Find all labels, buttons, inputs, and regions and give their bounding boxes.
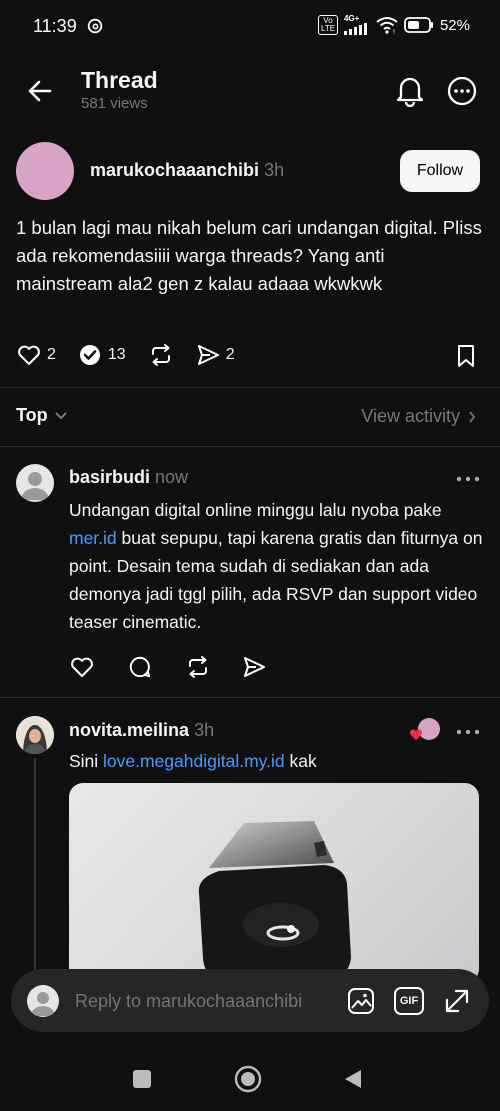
reply-body: Sini love.megahdigital.my.id kak bbox=[69, 751, 317, 771]
repost-button[interactable] bbox=[148, 343, 174, 367]
expand-icon[interactable] bbox=[443, 987, 471, 1015]
heart-icon[interactable] bbox=[70, 656, 94, 678]
post-actions: 2 13 2 bbox=[17, 343, 257, 367]
heart-icon bbox=[18, 345, 40, 365]
back-button[interactable] bbox=[343, 1069, 363, 1089]
recents-button[interactable] bbox=[133, 1070, 151, 1088]
reply-link[interactable]: mer.id bbox=[69, 528, 117, 548]
volte-icon: Vo LTE bbox=[317, 15, 338, 35]
battery-icon bbox=[404, 17, 433, 33]
view-activity-label: View activity bbox=[361, 406, 460, 426]
reply-time: now bbox=[155, 467, 189, 487]
reply-author-line: novita.meilina 3h bbox=[69, 720, 214, 741]
system-nav-bar bbox=[0, 1045, 500, 1111]
default-avatar-icon bbox=[31, 992, 55, 1016]
reply-image[interactable] bbox=[69, 783, 479, 983]
follow-button[interactable]: Follow bbox=[400, 150, 480, 192]
comment-icon bbox=[79, 345, 100, 365]
view-count: 581 views bbox=[81, 95, 148, 112]
home-button[interactable] bbox=[234, 1065, 262, 1093]
reply-more-icon[interactable] bbox=[456, 729, 480, 735]
bookmark-icon[interactable] bbox=[456, 344, 476, 368]
divider bbox=[0, 387, 500, 388]
post-time: 3h bbox=[264, 160, 285, 180]
composer-avatar bbox=[27, 985, 59, 1017]
more-options-icon[interactable] bbox=[447, 76, 477, 106]
sort-label: Top bbox=[16, 405, 48, 425]
post-author-line: marukochaaanchibi 3h bbox=[90, 160, 284, 181]
thread-line bbox=[34, 758, 36, 978]
threads-logo-icon bbox=[87, 18, 103, 34]
share-button[interactable]: 2 bbox=[196, 344, 235, 366]
reply-avatar[interactable] bbox=[16, 716, 54, 754]
sort-dropdown[interactable]: Top bbox=[16, 405, 68, 426]
svg-text:!: ! bbox=[393, 29, 395, 34]
chevron-down-icon bbox=[55, 411, 67, 419]
like-count: 2 bbox=[47, 346, 56, 363]
user-photo-icon bbox=[16, 716, 54, 754]
share-count: 2 bbox=[225, 346, 235, 363]
bell-icon[interactable] bbox=[395, 75, 425, 107]
liked-by-author-badge bbox=[409, 718, 441, 744]
default-avatar-icon bbox=[21, 472, 49, 500]
comment-button[interactable]: 13 bbox=[78, 343, 126, 367]
post-body: 1 bulan lagi mau nikah belum cari undang… bbox=[16, 217, 482, 294]
comment-count: 13 bbox=[107, 346, 126, 363]
reply-avatar[interactable] bbox=[16, 464, 54, 502]
status-bar: 11:39 Vo LTE 4G+ ! 52% bbox=[0, 0, 500, 52]
status-indicators: Vo LTE 4G+ ! 52% bbox=[317, 15, 470, 35]
reply-author-line: basirbudi now bbox=[69, 467, 188, 488]
reply-body: Undangan digital online minggu lalu nyob… bbox=[69, 500, 483, 632]
reply-actions bbox=[70, 655, 266, 679]
thread-header: Thread 581 views bbox=[0, 55, 500, 125]
page-title: Thread bbox=[81, 67, 158, 93]
send-icon[interactable] bbox=[242, 656, 266, 678]
comment-icon[interactable] bbox=[128, 655, 152, 679]
chevron-right-icon bbox=[469, 410, 476, 423]
image-attach-icon[interactable] bbox=[347, 987, 375, 1015]
reply-link[interactable]: love.megahdigital.my.id bbox=[103, 751, 285, 771]
author-avatar[interactable] bbox=[16, 142, 74, 200]
divider bbox=[0, 697, 500, 698]
like-button[interactable]: 2 bbox=[17, 344, 56, 366]
signal-icon: 4G+ bbox=[343, 15, 370, 35]
repost-icon bbox=[151, 344, 170, 366]
reply-input[interactable] bbox=[75, 983, 345, 1019]
red-heart-icon bbox=[409, 729, 423, 740]
send-icon bbox=[197, 345, 219, 365]
status-time: 11:39 bbox=[33, 16, 77, 36]
gif-button[interactable]: GIF bbox=[394, 987, 424, 1015]
wifi-icon: ! bbox=[376, 17, 398, 34]
view-activity-link[interactable]: View activity bbox=[361, 406, 476, 427]
reply-composer[interactable]: GIF bbox=[11, 969, 489, 1032]
reply-username[interactable]: basirbudi bbox=[69, 467, 150, 487]
reply-username[interactable]: novita.meilina bbox=[69, 720, 189, 740]
post-username[interactable]: marukochaaanchibi bbox=[90, 160, 259, 180]
reply-more-icon[interactable] bbox=[456, 476, 480, 482]
back-arrow-icon[interactable] bbox=[26, 77, 54, 105]
reply-time: 3h bbox=[194, 720, 215, 740]
battery-percent: 52% bbox=[439, 16, 470, 34]
repost-icon[interactable] bbox=[185, 655, 211, 679]
ring-box-photo bbox=[198, 821, 351, 983]
divider bbox=[0, 446, 500, 447]
